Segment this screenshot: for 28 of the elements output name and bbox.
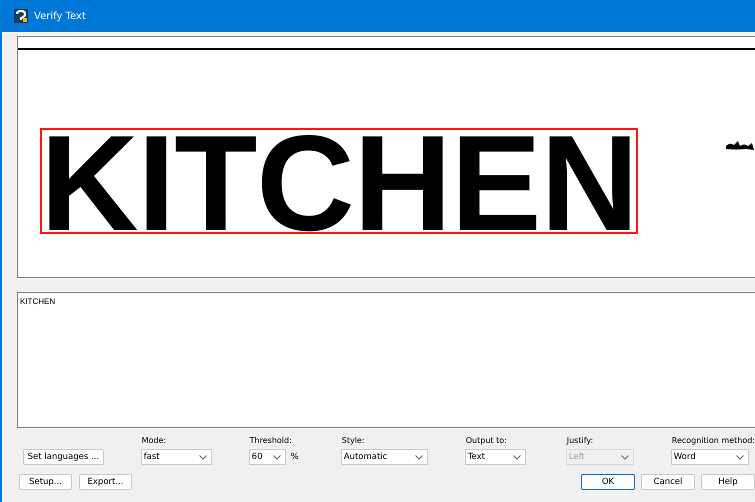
chevron-down-icon — [272, 454, 281, 460]
option-label: Output to: — [464, 436, 508, 445]
dialog-button[interactable]: Cancel — [641, 474, 695, 490]
dropdown[interactable]: Word — [670, 449, 749, 465]
window-title: Verify Text — [34, 10, 86, 22]
option-label: Threshold: — [248, 436, 293, 445]
dropdown[interactable]: fast — [140, 449, 212, 465]
option-label: Recognition method: — [670, 436, 755, 445]
unit-label: % — [290, 452, 299, 462]
dropdown[interactable]: Automatic — [340, 449, 428, 465]
chevron-down-icon — [198, 454, 207, 460]
recognized-text-field[interactable]: KITCHEN — [17, 292, 755, 428]
dropdown[interactable]: Text — [464, 449, 526, 465]
dialog-button[interactable]: Help — [701, 474, 755, 490]
option-label: Mode: — [140, 436, 168, 445]
chevron-down-icon — [620, 454, 629, 460]
scanned-word: KITCHEN — [42, 130, 636, 232]
option-label: Style: — [340, 436, 366, 445]
app-icon — [14, 9, 28, 23]
chevron-down-icon — [736, 454, 744, 460]
dialog-button[interactable]: OK — [581, 474, 635, 490]
dialog-button[interactable]: Export... — [79, 474, 132, 490]
option-label: Justify: — [566, 436, 594, 445]
dialog-button[interactable]: Setup... — [19, 474, 72, 490]
dropdown[interactable]: 60 — [248, 449, 286, 465]
chevron-down-icon — [414, 454, 423, 460]
chevron-down-icon — [512, 454, 521, 460]
set-languages-button[interactable]: Set languages ... — [23, 449, 104, 465]
